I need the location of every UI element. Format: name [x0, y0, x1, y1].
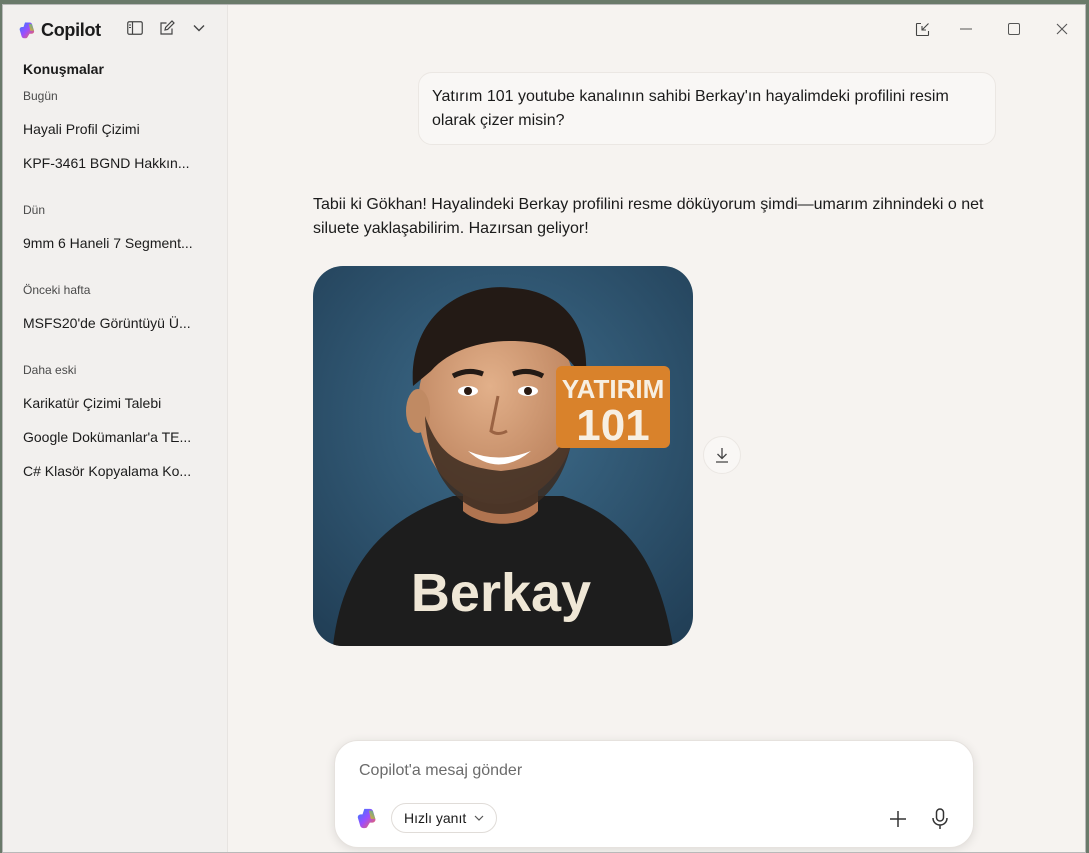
compose-icon [160, 20, 175, 35]
copilot-logo-icon [19, 22, 35, 39]
pop-out-icon [915, 22, 929, 36]
badge-number: 101 [576, 401, 649, 450]
group-label-yesterday: Dün [23, 203, 46, 217]
conversation-item[interactable]: KPF-3461 BGND Hakkın... [23, 155, 203, 171]
conversations-heading: Konuşmalar [23, 61, 104, 77]
chevron-down-icon [193, 25, 205, 32]
assistant-message: Tabii ki Gökhan! Hayalindeki Berkay prof… [313, 196, 984, 237]
conversation-item[interactable]: 9mm 6 Haneli 7 Segment... [23, 235, 203, 251]
group-label-last-week: Önceki hafta [23, 283, 91, 297]
app-logo: Copilot [19, 17, 101, 43]
download-icon [716, 448, 728, 463]
message-input[interactable] [359, 759, 939, 783]
response-mode-dropdown[interactable]: Hızlı yanıt [391, 803, 498, 833]
group-label-today: Bugün [23, 89, 58, 103]
maximize-button[interactable] [1004, 19, 1024, 39]
image-caption: Berkay [411, 563, 591, 623]
sidebar: Copilot Konuşmalar Bugün Hayali Profil Ç… [3, 5, 228, 852]
copilot-logo-icon[interactable] [357, 807, 379, 829]
microphone-icon [932, 808, 948, 829]
portrait-illustration: YATIRIM 101 Berkay [313, 266, 693, 646]
pop-out-button[interactable] [912, 19, 932, 39]
maximize-icon [1008, 23, 1020, 35]
toggle-sidebar-button[interactable] [125, 18, 145, 38]
response-mode-label: Hızlı yanıt [404, 810, 467, 826]
new-chat-button[interactable] [157, 18, 177, 38]
more-options-dropdown[interactable] [189, 18, 209, 38]
app-window: Copilot Konuşmalar Bugün Hayali Profil Ç… [2, 4, 1086, 853]
close-button[interactable] [1052, 19, 1072, 39]
conversation-item[interactable]: C# Klasör Kopyalama Ko... [23, 463, 203, 479]
generated-image[interactable]: YATIRIM 101 Berkay [313, 266, 693, 646]
app-title: Copilot [41, 19, 101, 40]
conversation-item[interactable]: Karikatür Çizimi Talebi [23, 395, 203, 411]
conversation-item[interactable]: Google Dokümanlar'a TE... [23, 429, 203, 445]
plus-icon [890, 811, 906, 827]
minimize-button[interactable] [956, 19, 976, 39]
chevron-down-icon [474, 815, 484, 821]
badge-title: YATIRIM [562, 374, 665, 404]
conversation-item[interactable]: Hayali Profil Çizimi [23, 121, 203, 137]
attach-button[interactable] [885, 806, 911, 832]
conversation-item[interactable]: MSFS20'de Görüntüyü Ü... [23, 315, 203, 331]
sidebar-panel-icon [127, 21, 143, 35]
close-icon [1056, 23, 1068, 35]
user-message: Yatırım 101 youtube kanalının sahibi Ber… [418, 72, 996, 145]
sidebar-toolbar [125, 18, 209, 38]
voice-input-button[interactable] [927, 806, 953, 832]
minimize-icon [960, 28, 972, 30]
download-image-button[interactable] [703, 436, 741, 474]
message-composer: Hızlı yanıt [334, 740, 974, 848]
user-message-text: Yatırım 101 youtube kanalının sahibi Ber… [432, 88, 949, 129]
group-label-older: Daha eski [23, 363, 77, 377]
